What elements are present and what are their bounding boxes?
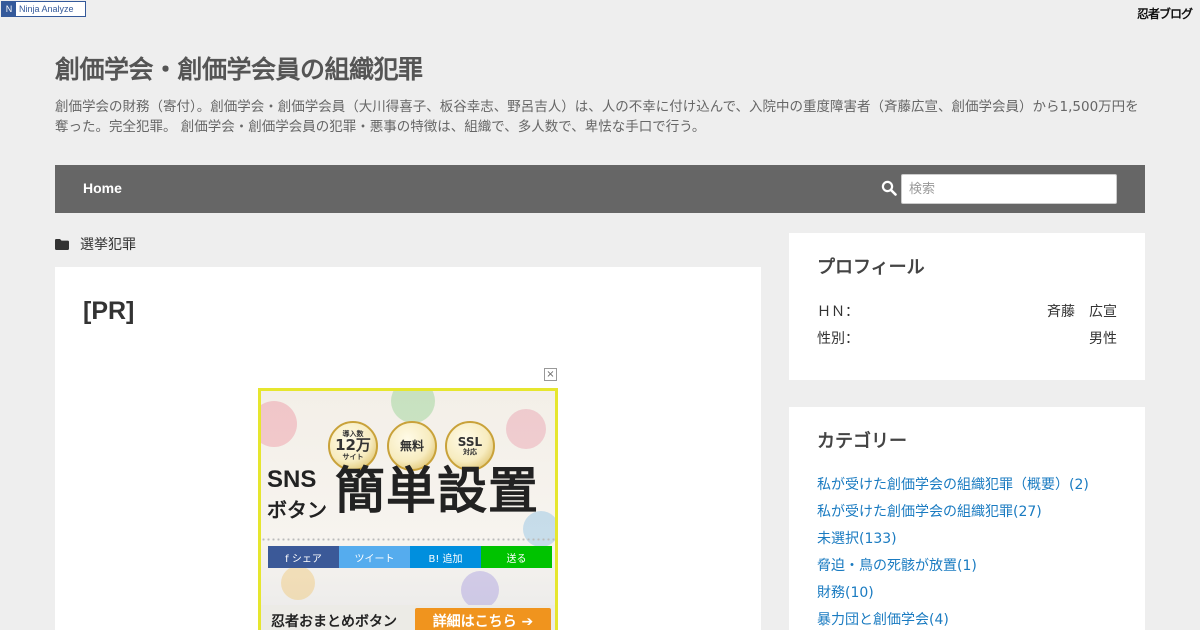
category-link[interactable]: 私が受けた創価学会の組織犯罪(27): [817, 503, 1089, 530]
ad-button-label: ボタン: [267, 498, 327, 522]
ninja-analyze-badge[interactable]: N Ninja Analyze: [1, 1, 86, 17]
category-heading: カテゴリー: [817, 431, 907, 452]
profile-hn-label: ＨＮ：: [817, 304, 859, 320]
site-title[interactable]: 創価学会・創価学会員の組織犯罪: [55, 50, 423, 86]
ad-medal-ssl-bottom: 対応: [463, 447, 477, 456]
ninja-analyze-label: Ninja Analyze: [19, 4, 74, 14]
category-link[interactable]: 暴力団と創価学会(4): [817, 611, 1089, 630]
ad-bubble: [261, 401, 297, 447]
ad-dotted-divider: [261, 537, 555, 543]
category-link[interactable]: 脅迫・鳥の死骸が放置(1): [817, 557, 1089, 584]
folder-icon: [55, 238, 69, 250]
ad-share-button-line: 送る: [481, 546, 552, 568]
ninja-analyze-icon: N: [2, 2, 16, 16]
profile-gender-label: 性別：: [817, 331, 859, 347]
breadcrumb-category[interactable]: 選挙犯罪: [80, 234, 136, 254]
ad-bubble: [391, 391, 435, 423]
site-description: 創価学会の財務（寄付）。創価学会・創価学会員（大川得喜子、板谷幸志、野呂吉人）は…: [55, 99, 1139, 135]
nav-home-link[interactable]: Home: [83, 180, 122, 196]
ad-medal-ssl-top: SSL: [457, 435, 483, 450]
ad-bubble: [506, 409, 546, 449]
category-list: 私が受けた創価学会の組織犯罪（概要）(2) 私が受けた創価学会の組織犯罪(27)…: [817, 476, 1089, 630]
ad-bubble: [461, 571, 499, 609]
profile-row-gender: 性別： 男性: [817, 328, 1117, 348]
category-link[interactable]: 財務(10): [817, 584, 1089, 611]
ad-share-buttons: f シェア ツイート B! 追加 送る: [268, 546, 552, 568]
ad-sns-label: SNS: [267, 466, 317, 493]
profile-hn-value: 斉藤 広宣: [1047, 304, 1117, 320]
search-input[interactable]: [901, 174, 1117, 204]
ad-share-button-facebook: f シェア: [268, 546, 339, 568]
article-title: [PR]: [83, 297, 135, 325]
profile-row-hn: ＨＮ： 斉藤 広宣: [817, 301, 1117, 321]
ninja-blog-logo[interactable]: 忍者ブログ: [1137, 5, 1193, 22]
ad-medal-free-label: 無料: [399, 438, 424, 453]
category-widget: カテゴリー 私が受けた創価学会の組織犯罪（概要）(2) 私が受けた創価学会の組織…: [789, 407, 1145, 630]
profile-gender-value: 男性: [1089, 331, 1117, 347]
ad-footer: 忍者おまとめボタン 詳細はこちら ➔: [261, 605, 555, 630]
nav-bar: Home: [55, 165, 1145, 213]
ad-close-button[interactable]: ×: [544, 368, 557, 381]
category-link[interactable]: 未選択(133): [817, 530, 1089, 557]
ad-banner[interactable]: 導入数 12万 サイト 無料 SSL 対応 SNS ボタン 簡単設置 f シェア…: [258, 388, 558, 630]
ad-bubble: [281, 566, 315, 600]
profile-widget: プロフィール ＨＮ： 斉藤 広宣 性別： 男性: [789, 233, 1145, 380]
category-link[interactable]: 私が受けた創価学会の組織犯罪（概要）(2): [817, 476, 1089, 503]
profile-heading: プロフィール: [817, 257, 925, 278]
ad-footer-label: 忍者おまとめボタン: [271, 614, 397, 630]
main-content: [PR] × 導入数 12万 サイト 無料 SSL 対応 SNS ボタン 簡単設…: [55, 267, 761, 630]
search-icon[interactable]: [881, 180, 897, 196]
ad-details-button[interactable]: 詳細はこちら ➔: [415, 608, 551, 630]
ad-headline: 簡単設置: [335, 462, 539, 520]
ad-share-button-hatena: B! 追加: [410, 546, 481, 568]
breadcrumb: 選挙犯罪: [55, 234, 136, 254]
ad-medal-installs-count: 12万: [335, 436, 371, 455]
ad-share-button-twitter: ツイート: [339, 546, 410, 568]
